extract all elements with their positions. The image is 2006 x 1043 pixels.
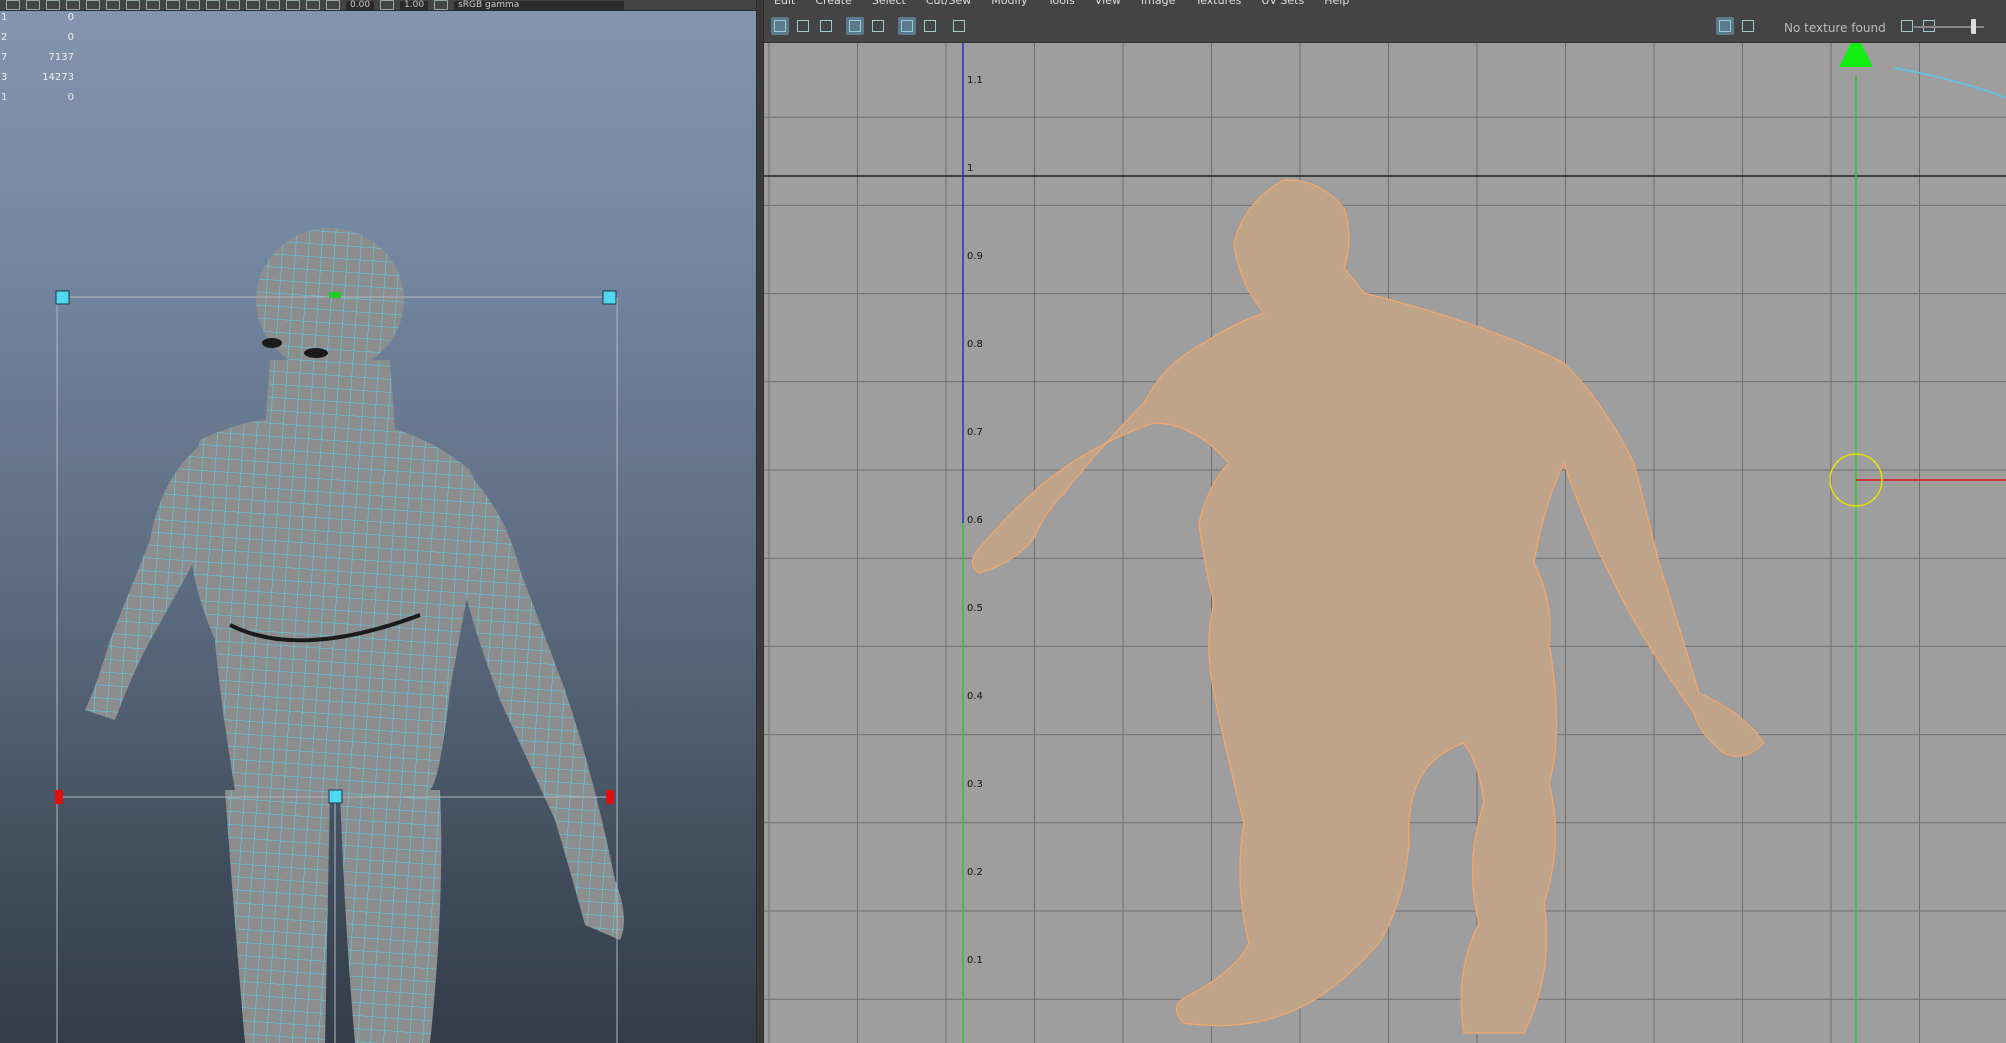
image-display-icon[interactable] [1716,17,1734,35]
uv-tick-label: 0.3 [967,779,983,790]
character-body[interactable] [85,228,624,1043]
menu-textures[interactable]: Textures [1195,0,1241,8]
uv-tick-label: 0.4 [967,691,983,702]
menu-image[interactable]: Image [1141,0,1175,8]
perspective-viewport[interactable]: 0.00 1.00 sRGB gamma 10 20 7 7137 3 14273 … [0,0,756,1043]
menu-select[interactable]: Select [872,0,906,8]
checker-pattern-icon[interactable] [1739,17,1757,35]
uv-tick-label: 0.6 [967,515,983,526]
maya-workspace: 0.00 1.00 sRGB gamma 10 20 7 7137 3 14273 … [0,0,2006,1043]
uv-tick-label: 1 [967,163,973,174]
texture-status: No texture found [1784,21,1886,35]
uv-tick-label: 1.1 [967,75,983,86]
uv-tick-label: 0.2 [967,867,983,878]
uv-shell-icon[interactable] [771,17,789,35]
uv-tick-label: 0.1 [967,955,983,966]
menu-create[interactable]: Create [815,0,852,8]
bbox-corner-handle[interactable] [602,290,617,305]
shaded-icon[interactable] [921,17,939,35]
uv-tick-label: 0.8 [967,339,983,350]
bbox-side-handle[interactable] [55,790,63,804]
uv-tick-label: 0.5 [967,603,983,614]
uv-tick-label: 0.7 [967,427,983,438]
menu-cut-sew[interactable]: Cut/Sew [926,0,971,8]
uv-editor[interactable]: Edit Create Select Cut/Sew Modify Tools … [764,0,2006,1043]
character-mesh-3d[interactable] [0,0,756,1043]
uv-tile-icon[interactable] [817,17,835,35]
grid-toggle-icon[interactable] [846,17,864,35]
bbox-top-handle[interactable] [329,292,341,298]
uv-editor-menubar: Edit Create Select Cut/Sew Modify Tools … [764,0,2006,8]
panel-divider[interactable] [756,0,764,1043]
checker-icon[interactable] [898,17,916,35]
menu-help[interactable]: Help [1324,0,1349,8]
uv-editor-toolbar: No texture found [764,9,2006,43]
menu-tools[interactable]: Tools [1048,0,1075,8]
bbox-corner-handle[interactable] [55,290,70,305]
grid-options-icon[interactable] [869,17,887,35]
menu-uv-sets[interactable]: UV Sets [1261,0,1304,8]
bbox-side-handle[interactable] [606,790,614,804]
chevron-down-icon[interactable] [1762,17,1772,35]
menu-edit[interactable]: Edit [774,0,795,8]
snapshot-icon[interactable] [950,17,968,35]
slider-handle[interactable] [1971,19,1976,34]
uv-tick-label: 0.9 [967,251,983,262]
uv-grid-canvas[interactable]: 1.1 1 0.9 0.8 0.7 0.6 0.5 0.4 0.3 0.2 0.1 [764,43,2006,1043]
uv-layout-icon[interactable] [794,17,812,35]
menu-view[interactable]: View [1095,0,1121,8]
menu-modify[interactable]: Modify [991,0,1027,8]
bbox-center-handle[interactable] [328,789,343,804]
